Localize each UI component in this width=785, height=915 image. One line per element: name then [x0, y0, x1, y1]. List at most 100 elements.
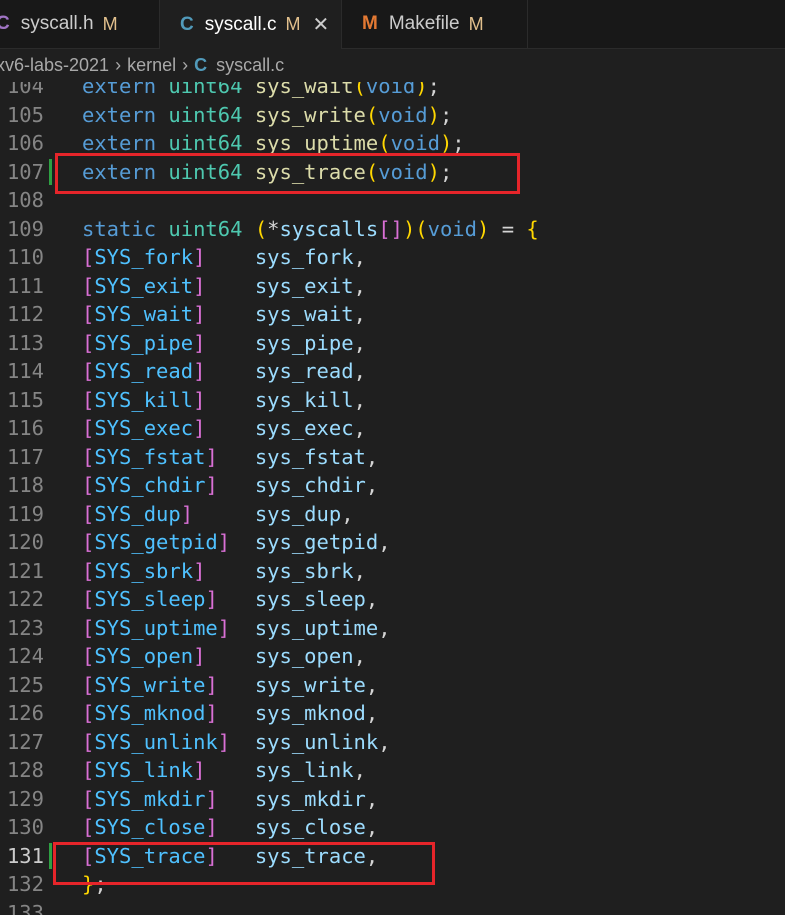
code-line[interactable]: 104 extern uint64 sys_wait(void); [0, 82, 785, 101]
tab-label: syscall.h [20, 13, 94, 34]
line-number: 125 [6, 672, 44, 697]
code-line[interactable]: 118 [SYS_chdir] sys_chdir, [0, 471, 785, 500]
line-number: 111 [6, 273, 44, 298]
line-number: 119 [6, 501, 44, 526]
code-editor[interactable]: 104 extern uint64 sys_wait(void); 105 exter… [0, 82, 785, 915]
line-number: 117 [6, 444, 44, 469]
line-code: static uint64 (*syscalls[])(void) = { [82, 216, 539, 241]
line-code: [SYS_open] sys_open, [82, 644, 366, 668]
code-line[interactable]: 124 [SYS_open] sys_open, [0, 642, 785, 671]
line-number: 114 [6, 359, 44, 383]
line-number: 112 [6, 302, 44, 326]
modified-badge: M [468, 13, 484, 34]
c-file-icon: C [0, 13, 10, 34]
line-code: [SYS_getpid] sys_getpid, [82, 530, 391, 554]
code-line[interactable]: 128 [SYS_link] sys_link, [0, 756, 785, 785]
line-number: 107 [6, 159, 44, 184]
line-code: [SYS_link] sys_link, [82, 758, 366, 782]
line-number: 124 [6, 644, 44, 668]
code-line[interactable]: 129 [SYS_mkdir] sys_mkdir, [0, 785, 785, 814]
chevron-right-icon: › [182, 55, 189, 75]
code-line[interactable]: 114 [SYS_read] sys_read, [0, 357, 785, 386]
modified-badge: M [285, 14, 301, 34]
code-line[interactable]: 109 static uint64 (*syscalls[])(void) = { [0, 215, 785, 244]
tab-syscall-c[interactable]: C syscall.c M ✕ [160, 0, 342, 49]
line-number: 122 [6, 587, 44, 611]
tab-label: syscall.c [204, 13, 277, 35]
chevron-right-icon: › [115, 55, 122, 75]
line-code: [SYS_wait] sys_wait, [82, 302, 366, 326]
added-line-indicator [49, 842, 52, 869]
line-code: [SYS_close] sys_close, [82, 815, 379, 839]
line-code: [SYS_kill] sys_kill, [82, 387, 366, 412]
line-code: [SYS_pipe] sys_pipe, [82, 330, 366, 355]
code-line[interactable]: 116 [SYS_exec] sys_exec, [0, 414, 785, 443]
line-code: [SYS_write] sys_write, [82, 672, 379, 697]
annotation-box-syscall-entry [53, 842, 435, 885]
tab-label: Makefile [388, 13, 460, 34]
c-file-icon: C [180, 13, 194, 35]
line-number: 109 [6, 216, 44, 241]
line-code: [SYS_uptime] sys_uptime, [82, 615, 391, 640]
line-number: 106 [6, 131, 44, 155]
line-code: [SYS_fork] sys_fork, [82, 245, 366, 269]
line-code: extern uint64 sys_wait(void); [82, 82, 440, 98]
line-code: [SYS_exec] sys_exec, [82, 416, 366, 440]
line-number: 132 [6, 872, 44, 896]
line-number: 130 [6, 815, 44, 839]
added-line-indicator [49, 158, 52, 185]
tab-syscall-h[interactable]: C syscall.h M [0, 0, 160, 48]
line-number: 131 [6, 843, 44, 868]
tab-makefile[interactable]: M Makefile M [342, 0, 528, 48]
code-line[interactable]: 130 [SYS_close] sys_close, [0, 813, 785, 842]
code-line[interactable]: 110 [SYS_fork] sys_fork, [0, 243, 785, 272]
line-number: 113 [6, 330, 44, 355]
code-line[interactable]: 112 [SYS_wait] sys_wait, [0, 300, 785, 329]
code-line[interactable]: 115 [SYS_kill] sys_kill, [0, 386, 785, 415]
line-number: 127 [6, 729, 44, 754]
line-code: [SYS_unlink] sys_unlink, [82, 729, 391, 754]
line-number: 104 [6, 82, 44, 98]
line-code: [SYS_sbrk] sys_sbrk, [82, 558, 366, 583]
breadcrumb-file[interactable]: syscall.c [216, 55, 284, 76]
code-line[interactable]: 111 [SYS_exit] sys_exit, [0, 272, 785, 301]
code-lines: 104 extern uint64 sys_wait(void); 105 exter… [0, 82, 785, 915]
line-code: [SYS_dup] sys_dup, [82, 501, 354, 526]
line-number: 118 [6, 473, 44, 497]
line-code: [SYS_exit] sys_exit, [82, 273, 366, 298]
breadcrumb: xv6-labs-2021 › kernel › C syscall.c [0, 49, 785, 82]
breadcrumb-folder[interactable]: kernel [127, 55, 176, 76]
line-number: 116 [6, 416, 44, 440]
code-line[interactable]: 117 [SYS_fstat] sys_fstat, [0, 443, 785, 472]
tab-bar: C syscall.h M C syscall.c M ✕ M Makefile… [0, 0, 785, 49]
code-line[interactable]: 123 [SYS_uptime] sys_uptime, [0, 614, 785, 643]
line-code: extern uint64 sys_write(void); [82, 102, 453, 127]
code-line[interactable]: 126 [SYS_mknod] sys_mknod, [0, 699, 785, 728]
line-code: [SYS_read] sys_read, [82, 359, 366, 383]
makefile-icon: M [362, 13, 378, 34]
annotation-box-extern [55, 153, 520, 194]
code-line[interactable]: 121 [SYS_sbrk] sys_sbrk, [0, 557, 785, 586]
line-code: [SYS_mknod] sys_mknod, [82, 701, 379, 725]
line-number: 129 [6, 786, 44, 811]
code-line[interactable]: 113 [SYS_pipe] sys_pipe, [0, 329, 785, 358]
line-number: 126 [6, 701, 44, 725]
code-line[interactable]: 127 [SYS_unlink] sys_unlink, [0, 728, 785, 757]
code-line[interactable]: 119 [SYS_dup] sys_dup, [0, 500, 785, 529]
line-number: 115 [6, 387, 44, 412]
line-number: 123 [6, 615, 44, 640]
code-line[interactable]: 133 [0, 899, 785, 915]
line-number: 120 [6, 530, 44, 554]
c-file-icon: C [194, 55, 208, 75]
code-line[interactable]: 120 [SYS_getpid] sys_getpid, [0, 528, 785, 557]
code-line[interactable]: 122 [SYS_sleep] sys_sleep, [0, 585, 785, 614]
line-number: 105 [6, 102, 44, 127]
line-code: [SYS_fstat] sys_fstat, [82, 444, 379, 469]
line-code: [SYS_sleep] sys_sleep, [82, 587, 379, 611]
line-number: 121 [6, 558, 44, 583]
line-number: 128 [6, 758, 44, 782]
code-line[interactable]: 125 [SYS_write] sys_write, [0, 671, 785, 700]
close-icon[interactable]: ✕ [313, 12, 330, 37]
breadcrumb-root[interactable]: xv6-labs-2021 [0, 55, 109, 76]
code-line[interactable]: 105 extern uint64 sys_write(void); [0, 101, 785, 130]
